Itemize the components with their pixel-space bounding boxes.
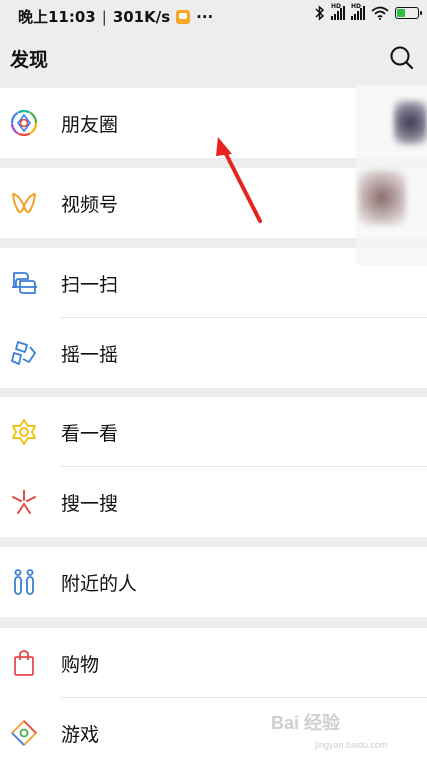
status-bar-left: 晚上11:03 | 301K/s ··· [18, 6, 213, 27]
menu-item-label: 摇一摇 [61, 344, 119, 366]
moments-aperture-icon [10, 109, 38, 137]
status-bar-right: HD HD [315, 3, 422, 21]
menu-item-label: 看一看 [61, 423, 119, 445]
menu-item-shake[interactable]: 摇一摇 [0, 318, 427, 388]
bluetooth-icon [315, 5, 325, 21]
shake-icon [11, 341, 36, 365]
hd-signal-icon: HD [331, 3, 345, 20]
menu-item-shopping[interactable]: 购物 [0, 628, 427, 698]
top-stories-icon [12, 419, 36, 445]
menu-item-search[interactable]: 搜一搜 [0, 467, 427, 537]
menu-item-label: 附近的人 [61, 573, 138, 595]
menu-item-scan[interactable]: 扫一扫 [0, 248, 427, 318]
status-separator: | [101, 7, 107, 26]
menu-item-channels[interactable]: 视频号 [0, 168, 427, 238]
menu-item-games[interactable]: 游戏 [0, 698, 427, 768]
battery-icon [395, 7, 422, 19]
header: 发现 [0, 33, 427, 85]
network-speed: 301K/s [112, 7, 171, 26]
menu-item-label: 视频号 [61, 194, 119, 216]
menu-item-people-nearby[interactable]: 附近的人 [0, 547, 427, 617]
wifi-icon [371, 6, 389, 20]
menu-item-label: 游戏 [61, 724, 100, 746]
status-time: 晚上11:03 [18, 8, 96, 26]
orange-app-badge-icon [176, 9, 191, 24]
menu-item-label: 朋友圈 [61, 114, 119, 136]
scan-icon [12, 272, 37, 294]
search-sparkle-icon [12, 490, 36, 514]
people-nearby-icon [14, 569, 34, 595]
hd-label: HD [331, 3, 342, 10]
menu-item-label: 扫一扫 [61, 274, 119, 296]
shopping-bag-icon [14, 650, 34, 676]
hd-signal-icon: HD [351, 3, 365, 20]
search-icon[interactable] [389, 45, 415, 71]
channels-butterfly-icon [12, 193, 36, 214]
game-diamond-icon [11, 720, 37, 746]
menu-item-top-stories[interactable]: 看一看 [0, 397, 427, 467]
menu-item-label: 购物 [61, 654, 100, 676]
battery-level [397, 9, 405, 17]
more-notifications-icon: ··· [196, 7, 214, 26]
menu-item-moments[interactable]: 朋友圈 [0, 88, 427, 158]
page-title: 发现 [10, 49, 49, 71]
menu-item-label: 搜一搜 [61, 493, 119, 515]
status-bar: 晚上11:03 | 301K/s ··· HD HD [0, 0, 427, 33]
hd-label: HD [351, 3, 362, 10]
